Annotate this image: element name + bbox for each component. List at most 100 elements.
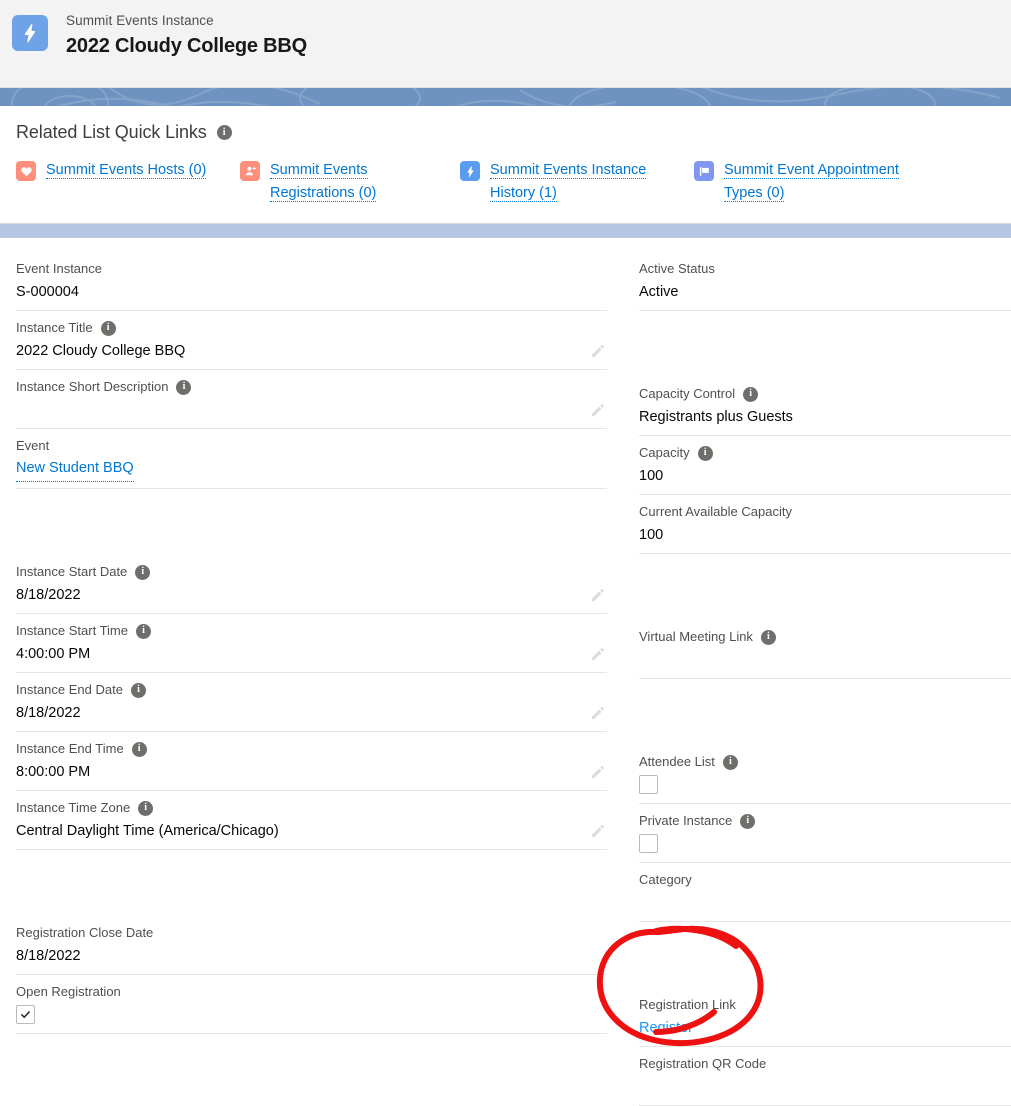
quick-link-summit-events-hosts[interactable]: Summit Events Hosts (0) <box>46 162 207 179</box>
quick-link-item[interactable]: Summit Events Hosts (0) <box>16 159 240 205</box>
field-instance-time-zone[interactable]: Instance Time Zone i Central Daylight Time… <box>16 791 607 850</box>
field-label: Private Instance i <box>639 812 1011 830</box>
field-label-text: Capacity <box>639 445 690 460</box>
header-text-block: Summit Events Instance 2022 Cloudy Colle… <box>66 12 307 60</box>
edit-pencil-icon[interactable] <box>590 824 605 839</box>
field-value <box>639 646 1011 672</box>
field-value: 100 <box>639 527 664 543</box>
quick-link-item[interactable]: Summit Events Instance History (1) <box>460 159 694 205</box>
info-icon[interactable]: i <box>130 682 146 698</box>
info-icon[interactable]: i <box>100 320 116 336</box>
field-label-text: Instance End Time <box>16 741 124 756</box>
field-open-registration: Open Registration <box>16 975 607 1034</box>
field-instance-start-time[interactable]: Instance Start Time i 4:00:00 PM <box>16 614 607 673</box>
checkbox-private-instance[interactable] <box>639 834 658 853</box>
info-icon[interactable]: i <box>697 445 713 461</box>
field-value[interactable] <box>16 396 607 422</box>
field-label-text: Event Instance <box>16 261 102 276</box>
field-value: Registrants plus Guests <box>639 409 793 425</box>
quick-link-item[interactable]: Summit Events Registrations (0) <box>240 159 460 205</box>
field-label: Instance Title i <box>16 319 607 337</box>
field-active-status: Active Status Active <box>639 252 1011 311</box>
info-icon[interactable]: i <box>722 754 738 770</box>
field-spacer <box>639 311 1011 377</box>
edit-pencil-icon[interactable] <box>590 344 605 359</box>
field-value[interactable]: 8/18/2022 <box>16 581 607 607</box>
field-label: Capacity i <box>639 444 1011 462</box>
field-label: Virtual Meeting Link i <box>639 628 1011 646</box>
field-label-text: Capacity Control <box>639 386 736 401</box>
info-icon[interactable]: i <box>740 813 756 829</box>
edit-pencil-icon[interactable] <box>590 706 605 721</box>
quick-link-label-wrap: Summit Events Instance History (1) <box>490 159 670 205</box>
field-label-text: Instance Time Zone <box>16 800 131 815</box>
field-value[interactable]: 2022 Cloudy College BBQ <box>16 337 607 363</box>
field-label: Instance Time Zone i <box>16 799 607 817</box>
field-capacity: Capacity i 100 <box>639 436 1011 495</box>
info-icon[interactable]: i <box>176 379 192 395</box>
field-label: Current Available Capacity <box>639 503 1011 521</box>
registration-link-register[interactable]: Register <box>639 1014 693 1040</box>
field-value[interactable]: Central Daylight Time (America/Chicago) <box>16 817 607 843</box>
edit-pencil-icon[interactable] <box>590 647 605 662</box>
info-icon[interactable]: i <box>743 386 759 402</box>
field-spacer <box>16 489 607 555</box>
field-label: Registration Close Date <box>16 924 607 942</box>
info-icon[interactable]: i <box>760 629 776 645</box>
field-registration-close-date: Registration Close Date 8/18/2022 <box>16 916 607 975</box>
edit-pencil-icon[interactable] <box>590 588 605 603</box>
edit-pencil-icon[interactable] <box>590 403 605 418</box>
field-label: Active Status <box>639 260 1011 278</box>
field-label: Category <box>639 871 1011 889</box>
field-label: Registration QR Code <box>639 1055 1011 1073</box>
info-icon[interactable]: i <box>131 741 147 757</box>
field-virtual-meeting-link: Virtual Meeting Link i <box>639 620 1011 679</box>
quick-link-summit-event-appointment-types[interactable]: Summit Event Appointment Types (0) <box>724 162 899 202</box>
lightning-bolt-icon <box>12 15 48 51</box>
field-instance-end-time[interactable]: Instance End Time i 8:00:00 PM <box>16 732 607 791</box>
edit-pencil-icon[interactable] <box>590 765 605 780</box>
field-registration-qr-code: Registration QR Code <box>639 1047 1011 1106</box>
field-label: Event <box>16 437 607 455</box>
checkbox-attendee-list[interactable] <box>639 775 658 794</box>
quick-link-summit-events-registrations[interactable]: Summit Events Registrations (0) <box>270 162 377 202</box>
checkbox-open-registration[interactable] <box>16 1005 35 1024</box>
lightning-bolt-icon <box>460 161 480 181</box>
field-value[interactable]: 8/18/2022 <box>16 699 607 725</box>
field-spacer <box>639 679 1011 745</box>
field-current-available-capacity: Current Available Capacity 100 <box>639 495 1011 554</box>
field-spacer <box>639 554 1011 620</box>
field-value-wrap: Register <box>639 1014 1011 1040</box>
info-icon[interactable]: i <box>138 800 154 816</box>
person-add-icon <box>240 161 260 181</box>
field-label-text: Registration QR Code <box>639 1056 767 1071</box>
info-icon[interactable]: i <box>135 564 151 580</box>
quick-link-summit-events-instance-history[interactable]: Summit Events Instance History (1) <box>490 162 647 202</box>
field-event: Event New Student BBQ <box>16 429 607 489</box>
quick-link-item[interactable]: Summit Event Appointment Types (0) <box>694 159 934 205</box>
field-label-text: Open Registration <box>16 984 121 999</box>
detail-panel: Event Instance S-000004 Instance Title i 202… <box>0 238 1011 1106</box>
field-instance-short-description[interactable]: Instance Short Description i <box>16 370 607 429</box>
field-label-text: Current Available Capacity <box>639 504 792 519</box>
field-label: Event Instance <box>16 260 607 278</box>
field-event-instance: Event Instance S-000004 <box>16 252 607 311</box>
info-icon[interactable]: i <box>216 125 232 140</box>
field-label: Instance Short Description i <box>16 378 607 396</box>
detail-column-right: Active Status Active Capacity Control i Regi… <box>623 238 1011 1106</box>
detail-column-left: Event Instance S-000004 Instance Title i 202… <box>0 238 623 1106</box>
field-value: 8/18/2022 <box>16 948 81 964</box>
field-label-text: Private Instance <box>639 813 733 828</box>
field-label: Instance End Date i <box>16 681 607 699</box>
field-value[interactable]: 4:00:00 PM <box>16 640 607 666</box>
field-label: Capacity Control i <box>639 385 1011 403</box>
field-instance-start-date[interactable]: Instance Start Date i 8/18/2022 <box>16 555 607 614</box>
field-value-link[interactable]: New Student BBQ <box>16 455 134 482</box>
field-label-text: Category <box>639 872 692 887</box>
field-instance-end-date[interactable]: Instance End Date i 8/18/2022 <box>16 673 607 732</box>
field-value[interactable]: 8:00:00 PM <box>16 758 607 784</box>
quick-link-label-wrap: Summit Events Registrations (0) <box>270 159 450 205</box>
info-icon[interactable]: i <box>136 623 151 639</box>
field-instance-title[interactable]: Instance Title i 2022 Cloudy College BBQ <box>16 311 607 370</box>
page-header: Summit Events Instance 2022 Cloudy Colle… <box>0 0 1011 88</box>
